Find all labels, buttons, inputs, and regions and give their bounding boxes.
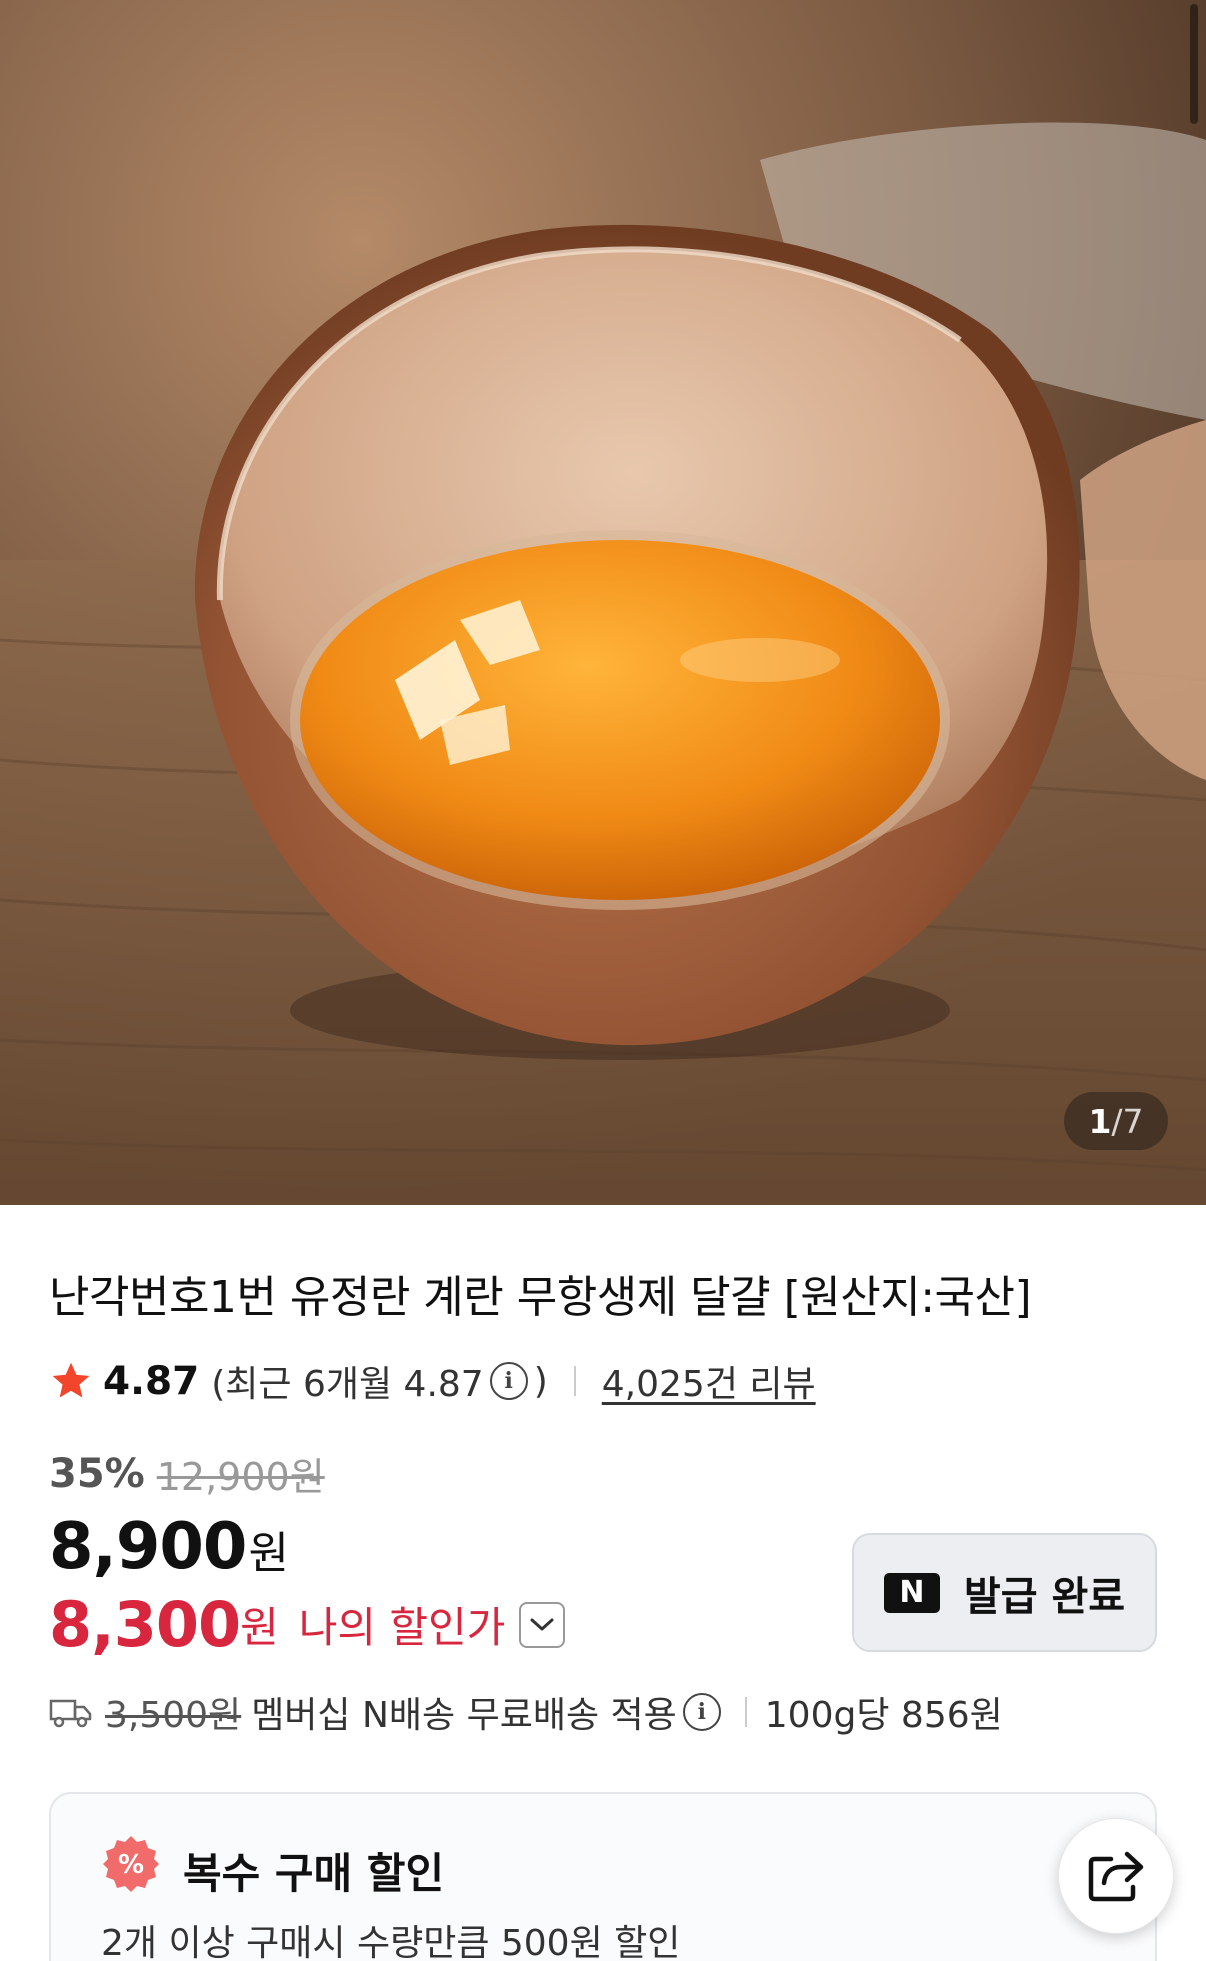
product-title: 난각번호1번 유정란 계란 무항생제 달걀 [원산지:국산]	[49, 1272, 1032, 1323]
divider	[573, 1366, 576, 1396]
image-current: 1	[1088, 1101, 1112, 1141]
shipping-row: 3,500원 멤버십 N배송 무료배송 적용 i 100g당 856원	[49, 1685, 1003, 1739]
share-icon	[1088, 1851, 1144, 1902]
svg-text:%: %	[118, 1850, 144, 1880]
share-button[interactable]	[1058, 1818, 1174, 1934]
shipping-original-fee: 3,500원	[105, 1695, 242, 1736]
rating-value: 4.87	[103, 1358, 200, 1404]
discount-rate: 35%	[49, 1450, 145, 1497]
scroll-indicator	[1190, 4, 1198, 124]
chevron-down-icon[interactable]	[519, 1601, 566, 1648]
coupon-issued-button[interactable]: N 발급 완료	[852, 1533, 1157, 1652]
image-separator: /	[1111, 1101, 1123, 1141]
sale-price: 8,900	[49, 1510, 247, 1584]
price-row: 8,900 원	[49, 1510, 289, 1584]
rating-row: 4.87 (최근 6개월 4.87 i ) 4,025건 리뷰	[49, 1353, 816, 1409]
recent-rating: (최근 6개월 4.87 i )	[211, 1355, 548, 1407]
coupon-label: 발급 완료	[963, 1573, 1126, 1620]
my-price-label: 나의 할인가	[298, 1603, 506, 1652]
bulk-discount-title: 복수 구매 할인	[183, 1849, 445, 1898]
unit-price: 100g당 856원	[764, 1695, 1003, 1736]
recent-rating-text: (최근 6개월 4.87	[211, 1364, 484, 1405]
truck-icon	[49, 1699, 92, 1728]
my-price: 8,300	[49, 1588, 241, 1661]
image-total: 7	[1122, 1101, 1144, 1141]
sale-price-unit: 원	[248, 1528, 289, 1579]
info-icon[interactable]: i	[682, 1693, 721, 1731]
egg-photo	[0, 0, 1206, 1205]
bulk-discount-card[interactable]: % 복수 구매 할인 2개 이상 구매시 수량만큼 500원 할인	[49, 1792, 1157, 1961]
discount-badge-icon: %	[103, 1836, 159, 1892]
my-price-row[interactable]: 8,300 원 나의 할인가	[49, 1588, 566, 1661]
recent-rating-close: )	[533, 1360, 548, 1402]
shipping-text: 멤버십 N배송 무료배송 적용	[251, 1695, 677, 1736]
original-price: 12,900원	[156, 1455, 325, 1499]
review-count-link[interactable]: 4,025건 리뷰	[602, 1355, 816, 1407]
product-image[interactable]: 1 / 7	[0, 0, 1206, 1205]
discount-row: 35% 12,900원	[49, 1446, 325, 1501]
my-price-unit: 원	[240, 1603, 279, 1652]
bulk-discount-description: 2개 이상 구매시 수량만큼 500원 할인	[101, 1923, 681, 1961]
star-icon	[52, 1362, 90, 1398]
image-counter: 1 / 7	[1064, 1092, 1168, 1150]
divider	[744, 1697, 747, 1727]
naver-icon: N	[883, 1572, 940, 1613]
info-icon[interactable]: i	[489, 1362, 528, 1400]
